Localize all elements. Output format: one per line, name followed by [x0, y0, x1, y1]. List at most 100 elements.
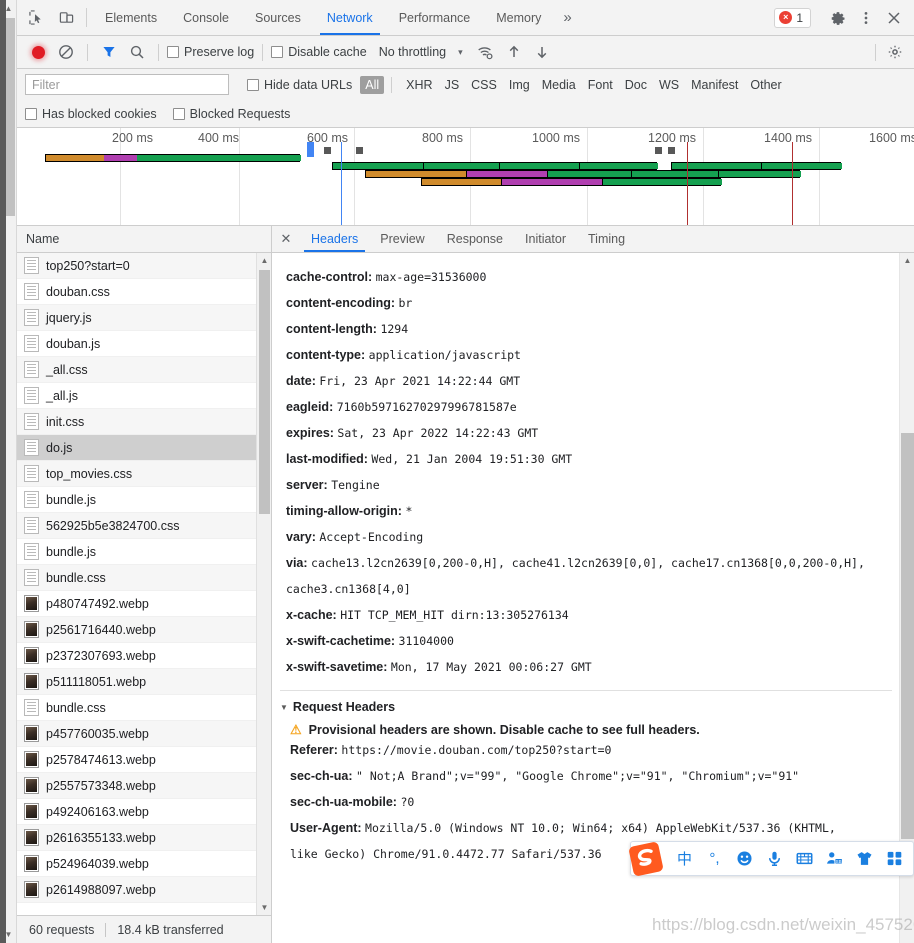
request-row[interactable]: top250?start=0	[17, 253, 271, 279]
request-row[interactable]: douban.css	[17, 279, 271, 305]
sogou-ime-toolbar[interactable]: 中 °, SB	[629, 841, 914, 876]
request-row[interactable]: _all.css	[17, 357, 271, 383]
tab-network[interactable]: Network	[314, 0, 386, 35]
request-headers-section-header[interactable]: ▼ Request Headers	[280, 690, 892, 714]
tab-headers[interactable]: Headers	[300, 226, 369, 252]
request-scrollbar-thumb[interactable]	[259, 270, 270, 514]
close-icon[interactable]	[880, 4, 908, 32]
throttling-select[interactable]: No throttling	[379, 45, 446, 59]
user-dictionary-icon[interactable]: SB	[825, 849, 844, 868]
response-header-row: x-swift-cachetime: 31104000	[286, 628, 914, 654]
request-row[interactable]: bundle.css	[17, 695, 271, 721]
timeline-selection-handle[interactable]	[307, 142, 314, 157]
scroll-up-arrow-icon[interactable]: ▲	[900, 253, 914, 268]
request-row[interactable]: bundle.js	[17, 487, 271, 513]
tab-performance[interactable]: Performance	[386, 0, 484, 35]
tab-response[interactable]: Response	[436, 226, 514, 252]
details-scrollbar-thumb[interactable]	[901, 433, 914, 839]
image-thumbnail-icon	[24, 751, 39, 768]
preserve-log-checkbox[interactable]: Preserve log	[167, 45, 254, 59]
filter-type-font[interactable]: Font	[583, 76, 618, 94]
scroll-down-arrow-icon[interactable]: ▼	[257, 900, 271, 915]
tab-initiator[interactable]: Initiator	[514, 226, 577, 252]
chevron-down-icon[interactable]: ▾	[458, 47, 463, 58]
request-row[interactable]: p2561716440.webp	[17, 617, 271, 643]
tab-preview[interactable]: Preview	[369, 226, 435, 252]
export-har-icon[interactable]	[529, 39, 555, 65]
request-row[interactable]: top_movies.css	[17, 461, 271, 487]
request-list[interactable]: top250?start=0 douban.css jquery.js douban.…	[17, 253, 271, 915]
timeline-bar-segment	[603, 179, 722, 185]
search-icon[interactable]	[124, 39, 150, 65]
device-toolbar-icon[interactable]	[51, 0, 81, 35]
request-row[interactable]: douban.js	[17, 331, 271, 357]
gear-icon[interactable]	[824, 4, 852, 32]
sogou-logo-icon[interactable]	[625, 838, 667, 880]
document-file-icon	[24, 439, 39, 456]
close-icon[interactable]: ✕	[272, 226, 300, 252]
more-tabs-icon[interactable]: »	[554, 0, 580, 35]
tab-sources[interactable]: Sources	[242, 0, 314, 35]
filter-input[interactable]	[25, 74, 229, 95]
request-row[interactable]: p2372307693.webp	[17, 643, 271, 669]
request-row[interactable]: jquery.js	[17, 305, 271, 331]
filter-type-media[interactable]: Media	[537, 76, 581, 94]
tab-memory[interactable]: Memory	[483, 0, 554, 35]
network-conditions-icon[interactable]	[473, 39, 499, 65]
has-blocked-cookies-checkbox[interactable]: Has blocked cookies	[25, 107, 157, 121]
import-har-icon[interactable]	[501, 39, 527, 65]
request-row[interactable]: init.css	[17, 409, 271, 435]
details-scrollbar[interactable]: ▲	[899, 253, 914, 943]
filter-type-all[interactable]: All	[360, 75, 385, 94]
voice-input-icon[interactable]	[765, 849, 784, 868]
tab-elements[interactable]: Elements	[92, 0, 170, 35]
filter-type-ws[interactable]: WS	[654, 76, 684, 94]
request-row[interactable]: p2557573348.webp	[17, 773, 271, 799]
request-row[interactable]: 562925b5e3824700.css	[17, 513, 271, 539]
funnel-icon[interactable]	[96, 39, 122, 65]
clear-icon[interactable]	[53, 39, 79, 65]
error-count-badge[interactable]: × 1	[774, 7, 811, 28]
disable-cache-checkbox[interactable]: Disable cache	[271, 45, 367, 59]
request-row[interactable]: p524964039.webp	[17, 851, 271, 877]
request-row[interactable]: p457760035.webp	[17, 721, 271, 747]
chinese-mode-icon[interactable]: 中	[675, 849, 694, 868]
punctuation-mode-icon[interactable]: °,	[705, 849, 724, 868]
toolbox-icon[interactable]	[885, 849, 904, 868]
request-row[interactable]: bundle.js	[17, 539, 271, 565]
filter-type-xhr[interactable]: XHR	[401, 76, 437, 94]
network-overview-timeline[interactable]: 200 ms 400 ms 600 ms 800 ms 1000 ms 1200 ms 14…	[17, 128, 914, 226]
emoji-icon[interactable]	[735, 849, 754, 868]
request-list-scrollbar[interactable]: ▲ ▼	[256, 253, 271, 915]
record-button[interactable]	[25, 39, 51, 65]
filter-type-other[interactable]: Other	[745, 76, 786, 94]
filter-type-manifest[interactable]: Manifest	[686, 76, 743, 94]
soft-keyboard-icon[interactable]	[795, 849, 814, 868]
tab-timing[interactable]: Timing	[577, 226, 636, 252]
scroll-up-arrow-icon[interactable]: ▲	[257, 253, 271, 268]
request-row[interactable]: p2616355133.webp	[17, 825, 271, 851]
request-row[interactable]: p480747492.webp	[17, 591, 271, 617]
blocked-requests-checkbox[interactable]: Blocked Requests	[172, 107, 290, 121]
inspect-cursor-icon[interactable]	[21, 0, 51, 35]
request-row[interactable]: _all.js	[17, 383, 271, 409]
chevron-down-icon[interactable]: ▼	[280, 703, 288, 712]
network-settings-gear-icon[interactable]	[882, 39, 908, 65]
request-row[interactable]: p511118051.webp	[17, 669, 271, 695]
headers-content[interactable]: cache-control: max-age=31536000 content-e…	[272, 253, 914, 943]
filter-type-img[interactable]: Img	[504, 76, 535, 94]
kebab-menu-icon[interactable]	[852, 4, 880, 32]
request-row[interactable]: bundle.css	[17, 565, 271, 591]
image-thumbnail-icon	[24, 829, 39, 846]
request-row[interactable]: p2614988097.webp	[17, 877, 271, 903]
filter-type-doc[interactable]: Doc	[620, 76, 652, 94]
response-header-row: timing-allow-origin: *	[286, 498, 914, 524]
hide-data-urls-checkbox[interactable]: Hide data URLs	[247, 78, 352, 92]
request-row[interactable]: p492406163.webp	[17, 799, 271, 825]
request-row[interactable]: do.js	[17, 435, 271, 461]
skin-icon[interactable]	[855, 849, 874, 868]
tab-console[interactable]: Console	[170, 0, 242, 35]
filter-type-js[interactable]: JS	[440, 76, 465, 94]
filter-type-css[interactable]: CSS	[466, 76, 502, 94]
request-row[interactable]: p2578474613.webp	[17, 747, 271, 773]
